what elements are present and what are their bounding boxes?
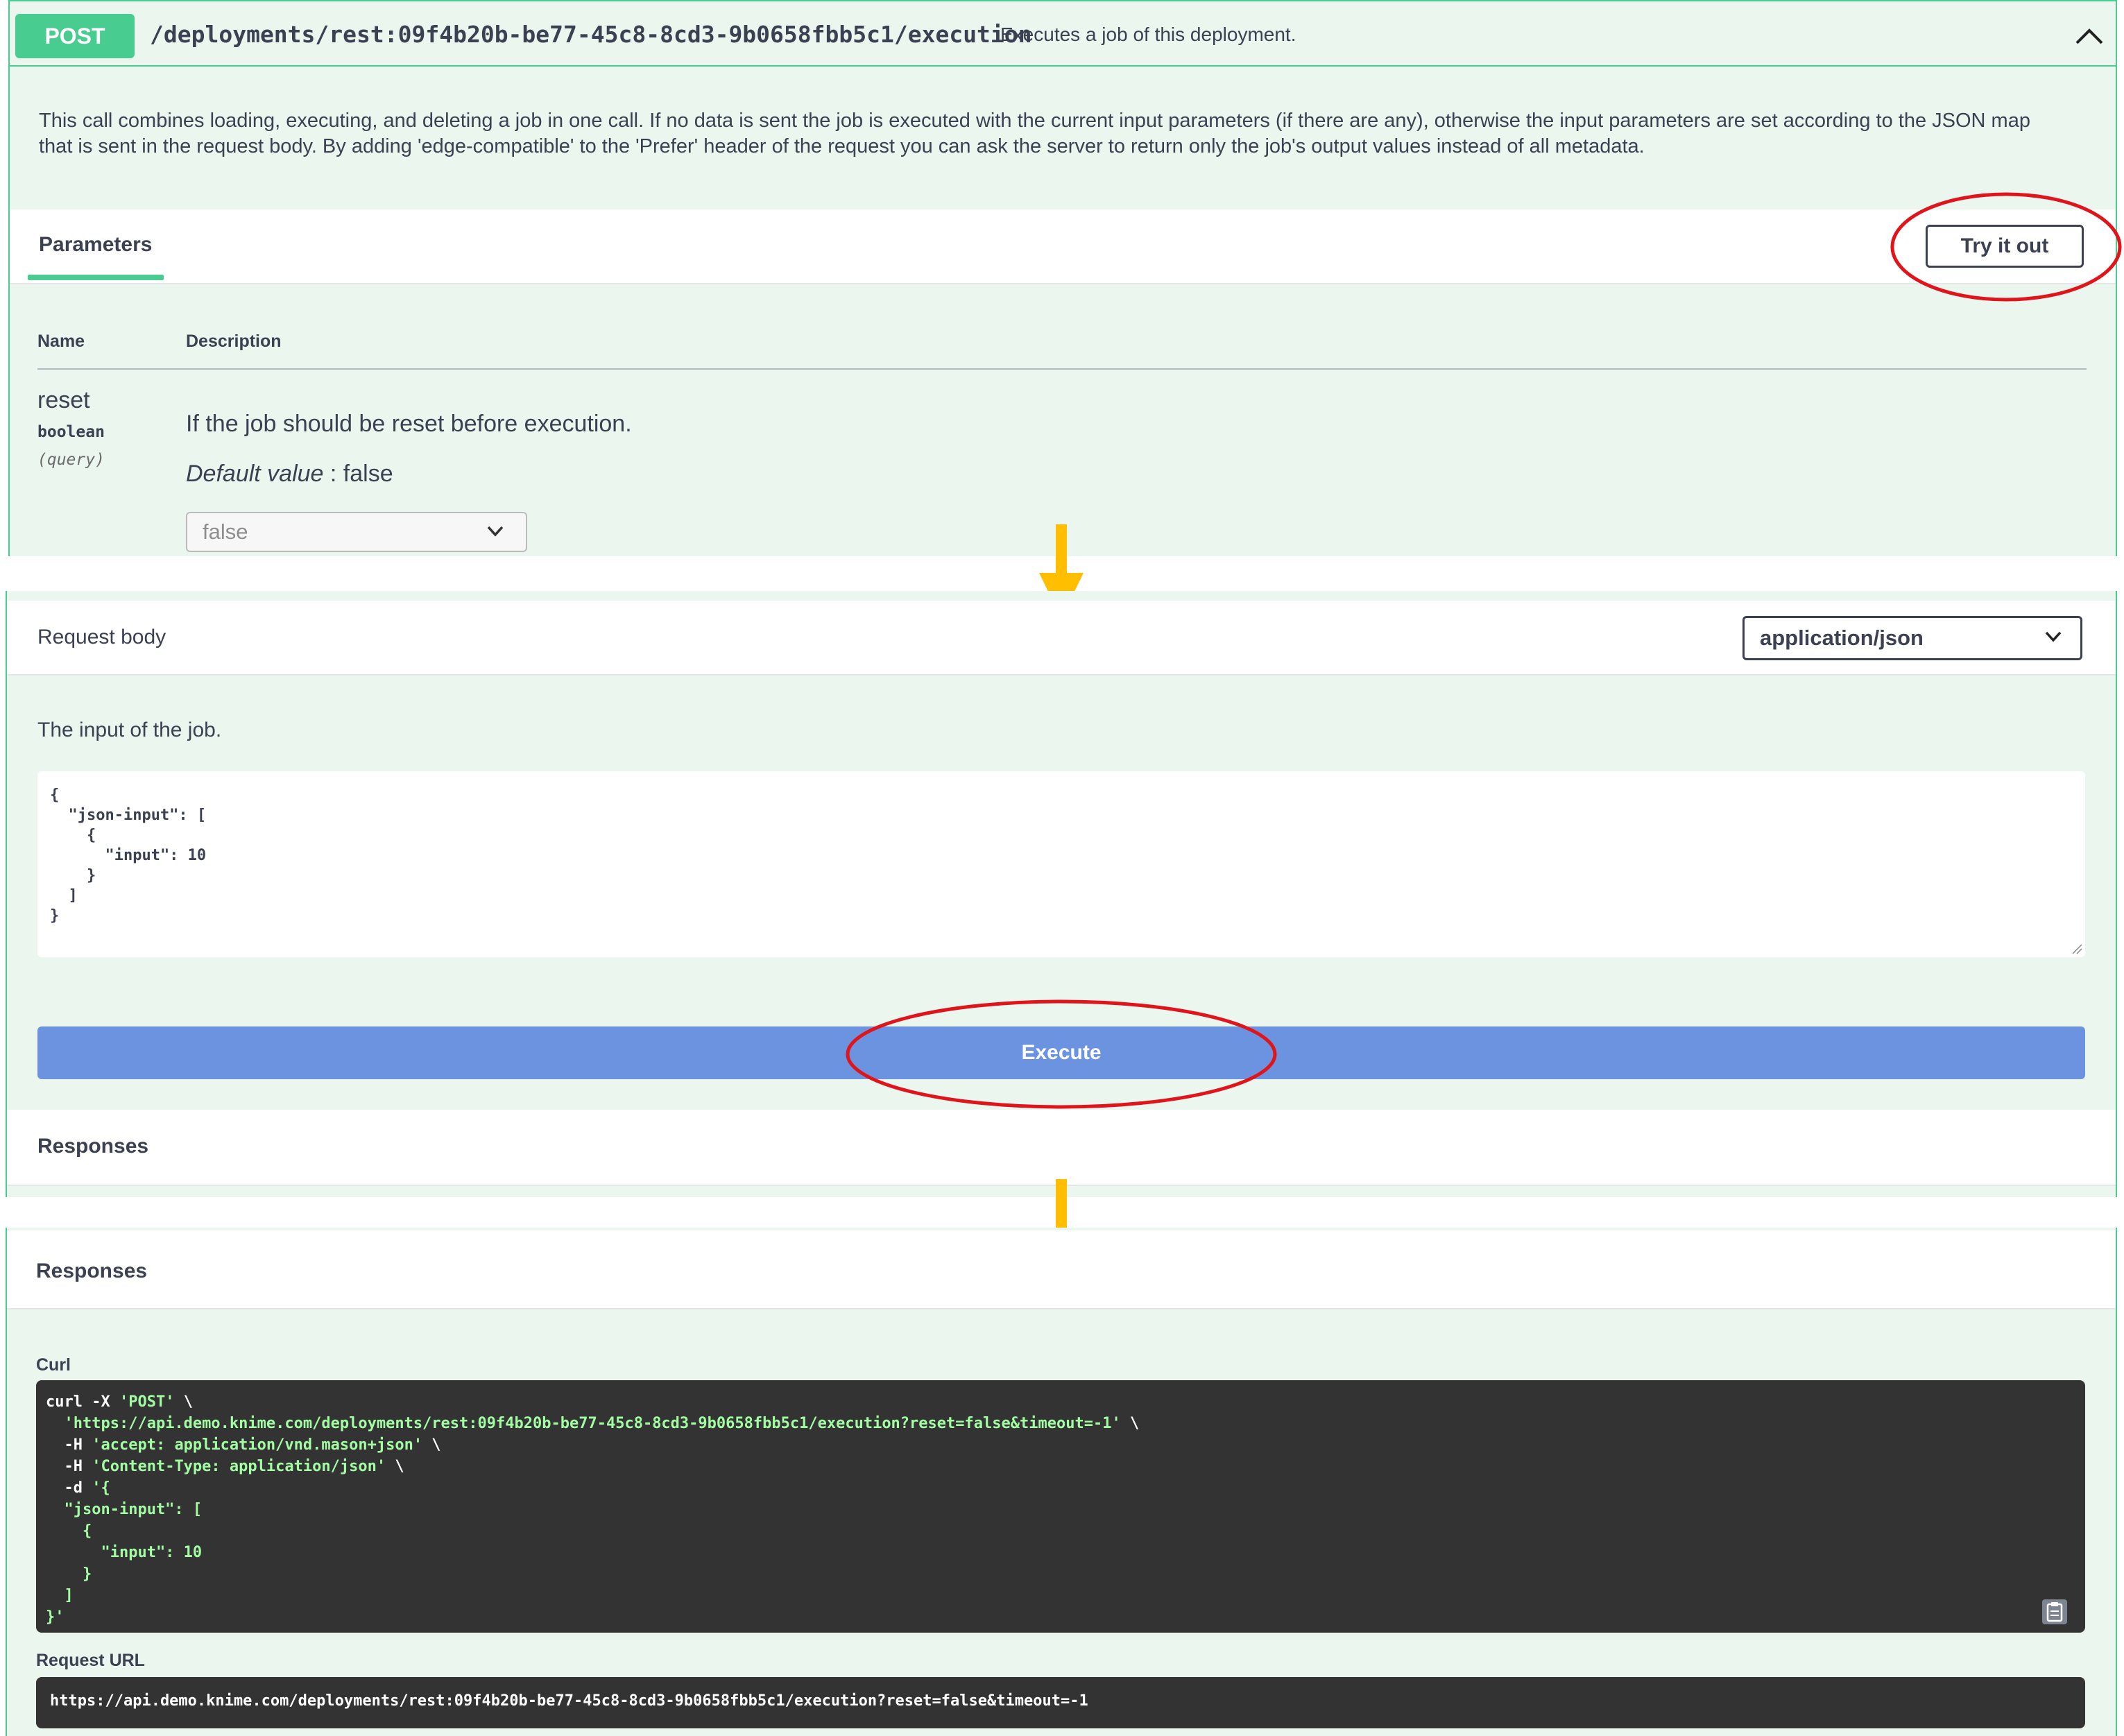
highlight-try-it-out: [1890, 192, 2122, 302]
highlight-execute: [846, 999, 1277, 1109]
annotation-overlay: [846, 192, 2122, 1109]
